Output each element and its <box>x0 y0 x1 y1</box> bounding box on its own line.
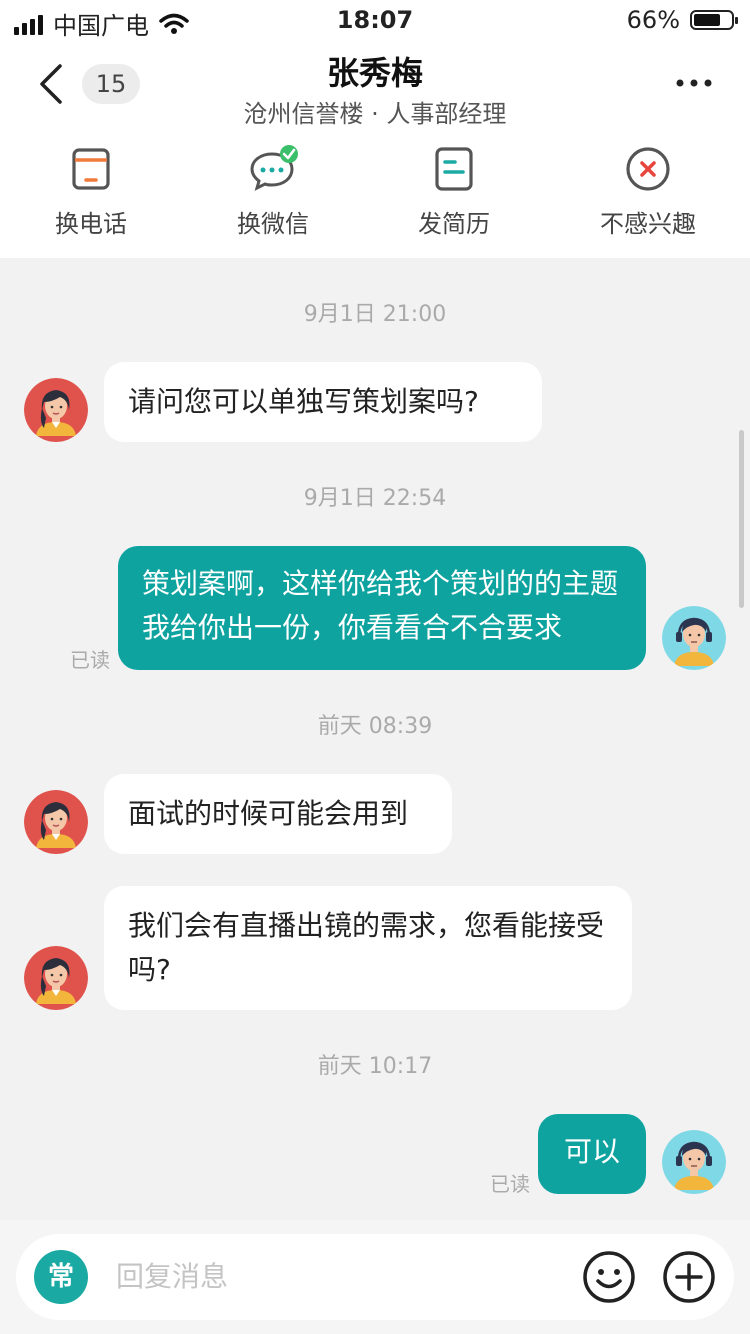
message-timestamp: 9月1日 21:00 <box>303 302 447 327</box>
read-receipt: 已读 <box>490 1172 530 1196</box>
input-bar: 常 回复消息 <box>0 1220 750 1334</box>
outgoing-message-bubble[interactable]: 策划案啊，这样你给我个策划的的主题我给你出一份，你看看合不合要求 <box>118 546 646 670</box>
message-timestamp: 前天 08:39 <box>317 714 433 739</box>
not-interested-label: 不感兴趣 <box>600 210 696 238</box>
my-avatar[interactable] <box>662 606 726 670</box>
message-timestamp: 9月1日 22:54 <box>303 486 447 511</box>
man-avatar-icon <box>662 1130 726 1194</box>
not-interested-button[interactable]: 不感兴趣 <box>573 144 723 239</box>
phone-swap-icon <box>72 148 110 190</box>
message-text: 我们会有直播出镜的需求，您看能接受吗? <box>128 909 605 986</box>
contact-avatar[interactable] <box>24 378 88 442</box>
woman-avatar-icon <box>24 790 88 854</box>
plus-icon[interactable] <box>662 1250 716 1304</box>
battery-percent: 66% <box>626 6 680 34</box>
incoming-message-bubble[interactable]: 请问您可以单独写策划案吗? <box>104 362 542 442</box>
send-resume-button[interactable]: 发简历 <box>379 144 529 239</box>
message-input[interactable]: 回复消息 <box>116 1254 228 1300</box>
wechat-swap-icon <box>250 145 298 191</box>
incoming-message-bubble[interactable]: 我们会有直播出镜的需求，您看能接受吗? <box>104 886 632 1010</box>
incoming-message-bubble[interactable]: 面试的时候可能会用到 <box>104 774 452 854</box>
not-interested-icon <box>626 147 670 191</box>
message-text: 面试的时候可能会用到 <box>128 797 409 830</box>
outgoing-message-bubble[interactable]: 可以 <box>538 1114 646 1194</box>
swap-phone-button[interactable]: 换电话 <box>16 144 166 239</box>
scrollbar[interactable] <box>739 430 744 608</box>
swap-phone-label: 换电话 <box>55 210 127 238</box>
read-receipt: 已读 <box>70 648 110 672</box>
my-avatar[interactable] <box>662 1130 726 1194</box>
message-text: 可以 <box>563 1135 620 1168</box>
emoji-icon[interactable] <box>582 1250 636 1304</box>
swap-wechat-button[interactable]: 换微信 <box>198 144 348 239</box>
woman-avatar-icon <box>24 946 88 1010</box>
battery-icon <box>690 10 738 30</box>
man-avatar-icon <box>662 606 726 670</box>
message-timestamp: 前天 10:17 <box>317 1054 433 1079</box>
send-resume-label: 发简历 <box>418 210 490 238</box>
message-text: 请问您可以单独写策划案吗? <box>128 385 479 418</box>
contact-avatar[interactable] <box>24 790 88 854</box>
woman-avatar-icon <box>24 378 88 442</box>
more-options-icon[interactable] <box>674 68 714 98</box>
quick-phrase-button[interactable]: 常 <box>34 1250 88 1304</box>
contact-subtitle: 沧州信誉楼 · 人事部经理 <box>243 100 507 128</box>
resume-icon <box>435 147 473 191</box>
action-bar: 换电话 换微信 发简历 不感兴趣 <box>0 144 750 254</box>
contact-avatar[interactable] <box>24 946 88 1010</box>
swap-wechat-label: 换微信 <box>237 210 309 238</box>
message-text: 策划案啊，这样你给我个策划的的主题我给你出一份，你看看合不合要求 <box>142 567 619 644</box>
contact-name: 张秀梅 <box>326 54 423 92</box>
status-bar: 中国广电 18:07 66% <box>0 0 750 44</box>
message-input-container: 常 回复消息 <box>16 1234 734 1320</box>
chat-header: 15 张秀梅 沧州信誉楼 · 人事部经理 换电话 换微信 发简历 不感兴趣 <box>0 44 750 258</box>
message-list[interactable]: 9月1日 21:00 请问您可以单独写策划案吗? 9月1日 22:54 已读 策… <box>0 258 750 1220</box>
